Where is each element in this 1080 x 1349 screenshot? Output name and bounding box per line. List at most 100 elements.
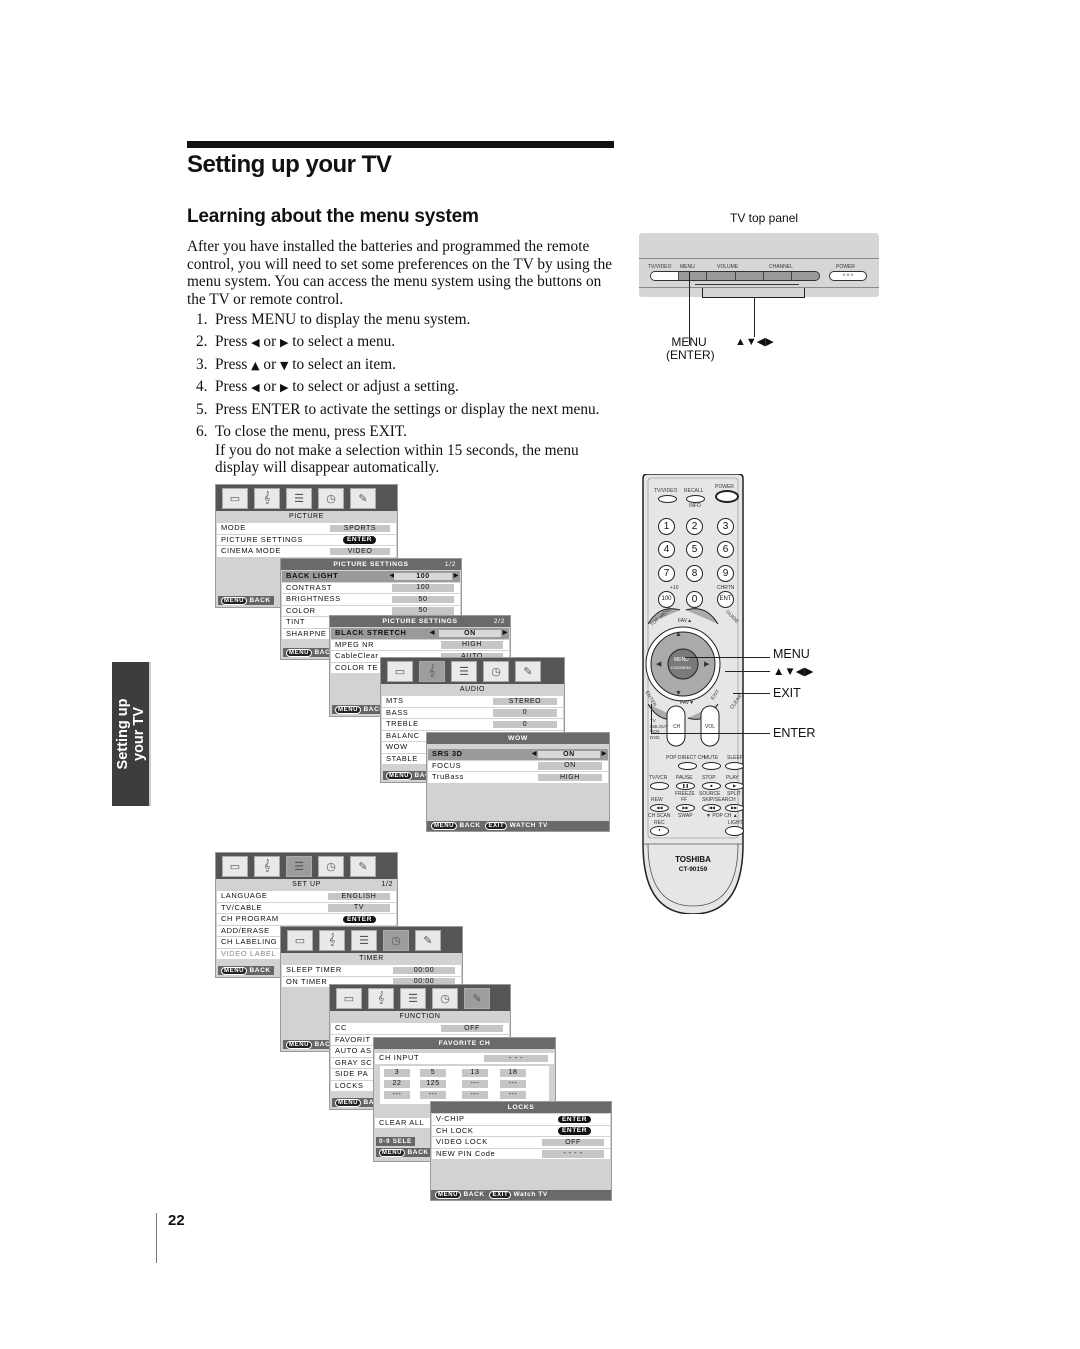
remote-stop-button[interactable]: ■ bbox=[702, 782, 721, 790]
picture-icon[interactable]: ▭ bbox=[287, 929, 313, 951]
remote-up-button[interactable]: ▲ bbox=[675, 631, 682, 638]
menu-row-sleep-timer[interactable]: SLEEP TIMER 00:00 bbox=[282, 965, 461, 976]
remote-vol-rocker[interactable]: VOL bbox=[705, 724, 715, 730]
remote-tvvideo-button[interactable] bbox=[658, 495, 677, 503]
menu-row-trubass[interactable]: TruBass HIGH bbox=[428, 772, 608, 783]
audio-icon[interactable]: 𝄞 bbox=[319, 929, 345, 951]
remote-pause-button[interactable]: ❚❚ bbox=[676, 782, 695, 790]
setup-icon[interactable]: ☰ bbox=[451, 660, 477, 682]
remote-mute-button[interactable] bbox=[702, 762, 721, 770]
function-icon[interactable]: ✎ bbox=[515, 660, 541, 682]
remote-number-button[interactable]: 9 bbox=[717, 565, 734, 582]
timer-icon[interactable]: ◷ bbox=[432, 987, 458, 1009]
remote-number-button[interactable]: 3 bbox=[717, 518, 734, 535]
remote-pop-direct-button[interactable] bbox=[678, 762, 697, 770]
function-icon[interactable]: ✎ bbox=[464, 987, 490, 1009]
remote-ch-rocker[interactable]: CH bbox=[673, 724, 680, 730]
menu-row-mts[interactable]: MTS STEREO bbox=[382, 696, 563, 707]
remote-tvvcr-button[interactable] bbox=[650, 782, 669, 790]
menu-row-black-stretch[interactable]: BLACK STRETCH ◀ ON ▶ bbox=[331, 628, 509, 639]
favorite-channel-cell[interactable]: --- bbox=[420, 1090, 446, 1099]
channel-up-button[interactable] bbox=[790, 272, 819, 280]
menu-row-contrast[interactable]: CONTRAST 100 bbox=[282, 582, 460, 593]
remote-play-button[interactable]: ▶ bbox=[725, 782, 744, 790]
function-icon[interactable]: ✎ bbox=[350, 855, 376, 877]
favorite-channel-cell[interactable]: 5 bbox=[420, 1068, 446, 1077]
setup-icon[interactable]: ☰ bbox=[286, 487, 312, 509]
function-icon[interactable]: ✎ bbox=[415, 929, 441, 951]
menu-row-ch-program[interactable]: CH PROGRAM ENTER bbox=[217, 914, 396, 925]
menu-button[interactable] bbox=[678, 272, 707, 280]
menu-row-mode[interactable]: MODE SPORTS bbox=[217, 523, 396, 534]
remote-number-button[interactable]: 1 bbox=[658, 518, 675, 535]
remote-skip-forward-button[interactable]: ▶▶| bbox=[725, 804, 744, 812]
remote-down-button[interactable]: ▼ bbox=[675, 690, 682, 697]
favorite-channel-cell[interactable]: --- bbox=[500, 1079, 526, 1088]
timer-icon[interactable]: ◷ bbox=[318, 487, 344, 509]
remote-rew-button[interactable]: ◀◀ bbox=[650, 804, 669, 812]
timer-icon[interactable]: ◷ bbox=[318, 855, 344, 877]
menu-row-picture-settings[interactable]: PICTURE SETTINGS ENTER bbox=[217, 534, 396, 545]
remote-skip-back-button[interactable]: |◀◀ bbox=[702, 804, 721, 812]
remote-ff-button[interactable]: ▶▶ bbox=[676, 804, 695, 812]
favorite-channel-cell[interactable]: --- bbox=[500, 1090, 526, 1099]
remote-ent-button[interactable]: ENT bbox=[717, 591, 734, 608]
timer-icon[interactable]: ◷ bbox=[483, 660, 509, 682]
power-button[interactable]: o o o bbox=[829, 271, 867, 281]
volume-down-button[interactable] bbox=[706, 272, 735, 280]
menu-row-mpeg-nr[interactable]: MPEG NR HIGH bbox=[331, 639, 509, 650]
remote-number-button[interactable]: 2 bbox=[686, 518, 703, 535]
favorite-channel-cell[interactable]: --- bbox=[384, 1090, 410, 1099]
remote-left-button[interactable]: ◀ bbox=[656, 660, 661, 668]
audio-icon[interactable]: 𝄞 bbox=[419, 660, 445, 682]
channel-down-button[interactable] bbox=[762, 272, 791, 280]
remote-mode-switch[interactable]: TV CBL/SAT VCR DVD bbox=[650, 718, 668, 740]
menu-row-brightness[interactable]: BRIGHTNESS 50 bbox=[282, 594, 460, 605]
menu-row-bass[interactable]: BASS 0 bbox=[382, 707, 563, 718]
remote-recall-button[interactable] bbox=[686, 495, 705, 503]
menu-row-new-pin-code[interactable]: NEW PIN Code - - - - bbox=[432, 1148, 610, 1159]
favorite-channel-cell[interactable]: 125 bbox=[420, 1079, 446, 1088]
menu-row-tv-cable[interactable]: TV/CABLE TV bbox=[217, 902, 396, 913]
menu-row-cc[interactable]: CC OFF bbox=[331, 1023, 509, 1034]
remote-number-button[interactable]: 0 bbox=[686, 591, 703, 608]
setup-icon[interactable]: ☰ bbox=[400, 987, 426, 1009]
remote-number-button[interactable]: 7 bbox=[658, 565, 675, 582]
favorite-channel-cell[interactable]: 18 bbox=[500, 1068, 526, 1077]
remote-rec-button[interactable]: ● bbox=[650, 826, 669, 836]
remote-right-button[interactable]: ▶ bbox=[704, 660, 709, 668]
menu-row-treble[interactable]: TREBLE 0 bbox=[382, 719, 563, 730]
favorite-channel-cell[interactable]: 3 bbox=[384, 1068, 410, 1077]
picture-icon[interactable]: ▭ bbox=[222, 487, 248, 509]
audio-icon[interactable]: 𝄞 bbox=[254, 855, 280, 877]
menu-row-focus[interactable]: FOCUS ON bbox=[428, 760, 608, 771]
remote-number-button[interactable]: 8 bbox=[686, 565, 703, 582]
menu-row-cinema-mode[interactable]: CINEMA MODE VIDEO bbox=[217, 546, 396, 557]
remote-number-button[interactable]: 6 bbox=[717, 541, 734, 558]
setup-icon[interactable]: ☰ bbox=[286, 855, 312, 877]
remote-number-button[interactable]: 4 bbox=[658, 541, 675, 558]
remote-number-button[interactable]: 5 bbox=[686, 541, 703, 558]
remote-light-button[interactable] bbox=[725, 826, 744, 836]
ch-input-row[interactable]: CH INPUT - - - bbox=[375, 1053, 554, 1064]
picture-icon[interactable]: ▭ bbox=[387, 660, 413, 682]
volume-up-button[interactable] bbox=[734, 272, 763, 280]
favorite-channel-cell[interactable]: 22 bbox=[384, 1079, 410, 1088]
menu-row-srs-3d[interactable]: SRS 3D ◀ ON ▶ bbox=[428, 749, 608, 760]
menu-row-video-lock[interactable]: VIDEO LOCK OFF bbox=[432, 1137, 610, 1148]
picture-icon[interactable]: ▭ bbox=[336, 987, 362, 1009]
menu-row-language[interactable]: LANGUAGE ENGLISH bbox=[217, 891, 396, 902]
timer-icon[interactable]: ◷ bbox=[383, 929, 409, 951]
menu-row-ch-lock[interactable]: CH LOCK ENTER bbox=[432, 1125, 610, 1136]
function-icon[interactable]: ✎ bbox=[350, 487, 376, 509]
setup-icon[interactable]: ☰ bbox=[351, 929, 377, 951]
favorite-channel-cell[interactable]: --- bbox=[462, 1090, 488, 1099]
picture-icon[interactable]: ▭ bbox=[222, 855, 248, 877]
favorite-channel-cell[interactable]: --- bbox=[462, 1079, 488, 1088]
audio-icon[interactable]: 𝄞 bbox=[368, 987, 394, 1009]
menu-row-v-chip[interactable]: V-CHIP ENTER bbox=[432, 1114, 610, 1125]
remote-100-button[interactable]: 100 bbox=[658, 591, 675, 608]
menu-row-back-light[interactable]: BACK LIGHT ◀ 100 ▶ bbox=[282, 571, 460, 582]
tvvideo-button[interactable] bbox=[651, 272, 679, 280]
favorite-channel-cell[interactable]: 13 bbox=[462, 1068, 488, 1077]
